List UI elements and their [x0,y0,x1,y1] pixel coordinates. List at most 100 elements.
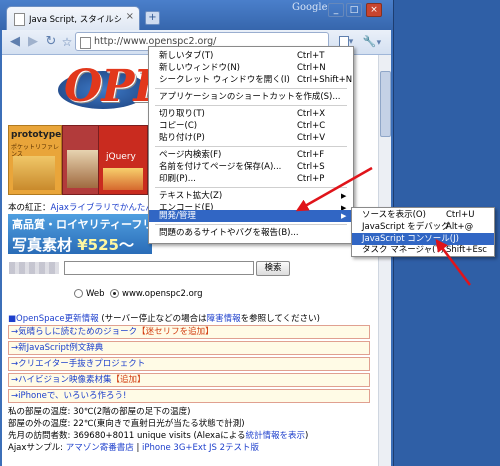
search-button[interactable]: 検索 [256,261,290,276]
menu-item-copy[interactable]: コピー(C) Ctrl+C [149,120,353,132]
menu-item-shortcut: Ctrl+U [446,210,475,220]
menu-separator [155,105,347,106]
book-cover-image [13,156,55,190]
news-link[interactable]: →iPhoneで、いろいろ作ろう! [11,391,126,401]
menu-item-label: 問題のあるサイトやバグを報告(B)... [159,228,299,238]
submenu-item-debug-js[interactable]: JavaScript をデバッグ Alt+@ [352,221,494,233]
search-input[interactable] [64,261,254,275]
outside-temp-line: 部屋の外の温度: 22℃(東向きで直射日光が当たる状態で計測) [8,419,245,429]
menu-separator [155,88,347,89]
news-item[interactable]: →iPhoneで、いろいろ作ろう! [8,389,370,403]
update-info-link[interactable]: 更新情報 [65,314,99,324]
update-info-line: ■OpenSpace更新情報 (サーバー停止などの場合は障害情報を参照してくださ… [8,312,320,324]
news-tag: 【追加】 [111,375,146,385]
photo-material-banner[interactable]: 高品質・ロイヤリティーフリ 写真素材 ¥525～ [8,214,153,254]
tools-dropdown-menu: 新しいタブ(T) Ctrl+T 新しいウィンドウ(N) Ctrl+N シークレット … [148,46,354,244]
menu-item-label: 開発/管理 [159,211,196,221]
menu-item-shortcut: Ctrl+V [297,133,326,143]
featured-line: 本の紅正：Ajaxライブラリでかんたんイ [8,201,162,213]
bookmark-star-icon[interactable]: ☆ [58,33,76,51]
menu-item-cut[interactable]: 切り取り(T) Ctrl+X [149,108,353,120]
menu-item-label: コピー(C) [159,121,198,131]
menu-item-label: 新しいタブ(T) [159,51,214,61]
submenu-item-view-source[interactable]: ソースを表示(O) Ctrl+U [352,209,494,221]
menu-item-shortcut: Ctrl+S [297,162,325,172]
wrench-icon: 🔧 [362,35,377,48]
menu-separator [155,187,347,188]
news-item[interactable]: →クリエイター手抜きプロジェクト [8,357,370,371]
menu-item-shortcut: Ctrl+T [297,51,325,61]
menu-item-label: シークレット ウィンドウを開く(I) [159,75,290,85]
news-item[interactable]: →新JavaScript例文辞典 [8,341,370,355]
minimize-button[interactable]: _ [328,3,344,17]
scrollbar-thumb[interactable] [380,71,391,137]
visitors-text: 先月の訪問者数: 369680+8011 unique visits (Alex… [8,431,246,441]
close-window-button[interactable]: × [366,3,382,17]
menu-item-shortcut: Ctrl+F [297,150,325,160]
book-ad-jquery[interactable]: jQuery [98,125,148,195]
room-temp-line: 私の部屋の温度: 30℃(2階の部屋の足下の温度) [8,407,191,417]
forward-button[interactable]: ▶ [24,33,42,51]
menu-item-paste[interactable]: 貼り付け(P) Ctrl+V [149,132,353,144]
featured-link[interactable]: Ajaxライブラリでかんたんイ [51,203,163,213]
ajax-label: Ajaxサンプル: [8,443,66,453]
openspace-link[interactable]: ■OpenSpace [8,314,65,324]
menu-item-save-as[interactable]: 名前を付けてページを保存(A)... Ctrl+S [149,161,353,173]
menu-item-new-window[interactable]: 新しいウィンドウ(N) Ctrl+N [149,62,353,74]
book-title: jQuery [106,152,136,162]
menu-item-developer[interactable]: 開発/管理 ▶ [149,210,353,222]
banner-price: ¥525 [77,236,119,254]
menu-item-print[interactable]: 印刷(P)... Ctrl+P [149,173,353,185]
banner-suffix: ～ [118,236,134,254]
menu-item-label: JavaScript をデバッグ [362,222,450,232]
tools-menu-button[interactable]: 🔧▾ [360,33,384,51]
banner-text: 写真素材 [12,236,78,254]
news-item[interactable]: →気晴らしに読むためのジョーク【迷セリフを追加】 [8,325,370,339]
news-link[interactable]: →ハイビジョン映像素材集 [11,375,111,385]
update-info-text: (サーバー停止などの場合は [98,314,207,324]
stats-link[interactable]: 統計情報を表示 [246,431,306,441]
trouble-info-link[interactable]: 障害情報 [207,314,241,324]
submenu-item-task-manager[interactable]: タスク マネージャ(T) Shift+Esc [352,244,494,256]
menu-item-app-shortcut[interactable]: アプリケーションのショートカットを作成(S)... [149,91,353,103]
ajax-sample-line: Ajaxサンプル: アマゾン寄番書店 | iPhone 3G+Ext JS 2テ… [8,441,259,453]
vertical-scrollbar[interactable] [378,55,391,466]
separator: | [133,443,143,453]
radio-site[interactable] [110,289,119,298]
menu-item-shortcut: Shift+Esc [446,245,487,255]
visitors-line: 先月の訪問者数: 369680+8011 unique visits (Alex… [8,429,308,441]
news-item[interactable]: →ハイビジョン映像素材集【追加】 [8,373,370,387]
title-bar: Java Script, スタイルシート, ... × + Google _ □… [0,0,393,30]
menu-item-label: タスク マネージャ(T) [362,245,444,255]
back-button[interactable]: ◀ [6,33,24,51]
menu-item-shortcut: Ctrl+C [297,121,326,131]
featured-prefix: 本の紅正： [8,203,51,213]
tab-close-icon[interactable]: × [126,11,134,22]
menu-item-label: ページ内検索(F) [159,150,222,160]
menu-item-shortcut: Ctrl+P [297,174,325,184]
menu-item-shortcut: Alt+@ [446,222,474,232]
amazon-link[interactable]: アマゾン寄番書店 [66,443,134,453]
maximize-button[interactable]: □ [346,3,362,17]
menu-item-label: 名前を付けてページを保存(A)... [159,162,282,172]
news-link[interactable]: →新JavaScript例文辞典 [11,343,103,353]
radio-web[interactable] [74,289,83,298]
menu-item-new-tab[interactable]: 新しいタブ(T) Ctrl+T [149,50,353,62]
book-ad-prototype[interactable]: prototype.js ポケットリファレンス [8,125,73,195]
menu-item-zoom[interactable]: テキスト拡大(Z) ▶ [149,190,353,202]
menu-item-label: ソースを表示(O) [362,210,426,220]
news-link[interactable]: →クリエイター手抜きプロジェクト [11,359,145,369]
new-tab-button[interactable]: + [145,11,160,25]
menu-item-find[interactable]: ページ内検索(F) Ctrl+F [149,149,353,161]
news-link[interactable]: →気晴らしに読むためのジョーク [11,327,137,337]
menu-item-report-bug[interactable]: 問題のあるサイトやバグを報告(B)... [149,227,353,239]
iphone-extjs-link[interactable]: iPhone 3G+Ext JS 2テスト版 [142,443,259,453]
menu-separator [155,146,347,147]
book-cover-image [103,168,143,190]
google-logo-blurred [9,262,59,274]
page-icon [80,37,91,49]
tab-active[interactable]: Java Script, スタイルシート, ... × [6,6,140,30]
menu-item-label: テキスト拡大(Z) [159,191,223,201]
chevron-down-icon: ▾ [376,38,382,48]
menu-item-incognito[interactable]: シークレット ウィンドウを開く(I) Ctrl+Shift+N [149,74,353,86]
